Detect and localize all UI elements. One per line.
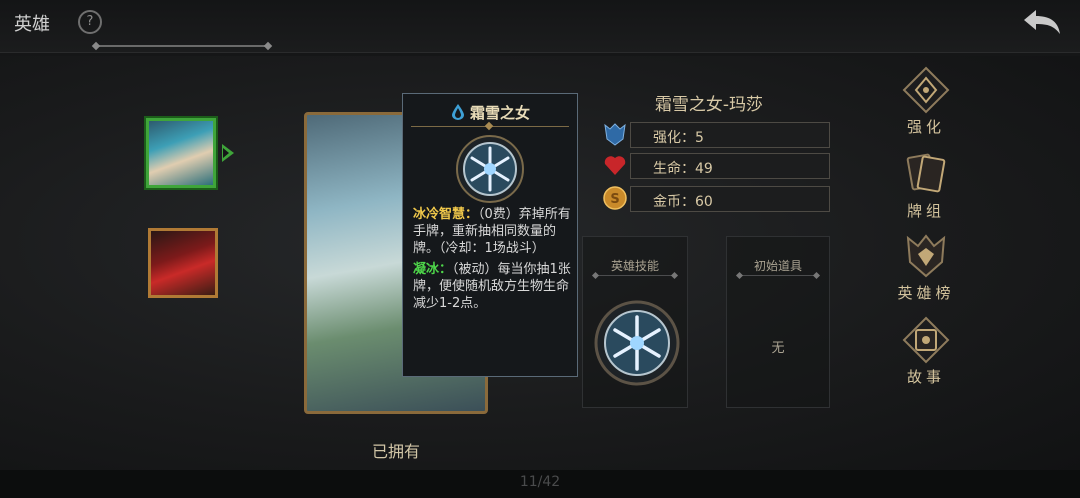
stat-health: 生命：49 — [596, 153, 830, 179]
divider — [739, 275, 817, 276]
enhance-icon — [902, 66, 950, 114]
skill2-name: 凝冰： — [413, 262, 453, 277]
hero-skill-title: 英雄技能 — [610, 259, 659, 273]
skill1-name: 冰冷智慧： — [413, 207, 479, 222]
menu-label: 牌组 — [906, 202, 945, 220]
hero-slot-selected[interactable] — [146, 118, 216, 188]
items-empty-text: 无 — [771, 341, 785, 356]
stat-box: 强化：5 — [630, 122, 830, 148]
ranking-icon — [906, 234, 946, 278]
selected-arrow-icon — [222, 144, 234, 162]
enhance-button[interactable]: 强化 — [896, 66, 956, 137]
menu-label: 强化 — [906, 118, 945, 136]
stat-text: 强化：5 — [653, 130, 704, 146]
menu-label: 英雄榜 — [897, 284, 955, 302]
tab-underline — [96, 45, 268, 47]
back-arrow-icon[interactable] — [1020, 6, 1064, 38]
hero-slot[interactable] — [148, 228, 218, 298]
stat-enhance: 强化：5 — [596, 122, 830, 148]
stat-box: 金币：60 — [630, 186, 830, 212]
water-drop-icon — [451, 104, 464, 120]
hero-portrait-frost — [149, 121, 213, 185]
hero-portrait-red — [151, 231, 215, 295]
help-icon[interactable]: ? — [78, 10, 102, 34]
hero-skill-emblem-icon[interactable] — [593, 299, 681, 387]
ranking-button[interactable]: 英雄榜 — [896, 232, 956, 303]
stat-box: 生命：49 — [630, 153, 830, 179]
divider — [595, 275, 675, 276]
page-title: 英雄 — [14, 14, 50, 35]
coin-icon: S — [603, 186, 627, 210]
page-indicator: 11/42 — [519, 474, 561, 490]
hero-skill-panel: 英雄技能 — [582, 236, 688, 408]
deck-icon — [906, 153, 946, 193]
story-icon — [902, 316, 950, 364]
hero-name: 霜雪之女-玛莎 — [654, 95, 764, 115]
deck-button[interactable]: 牌组 — [896, 150, 956, 221]
heart-icon — [604, 156, 626, 175]
tooltip-title: 霜雪之女 — [469, 104, 530, 122]
tooltip-divider — [411, 126, 569, 127]
menu-label: 故事 — [906, 368, 945, 386]
owned-status: 已拥有 — [371, 442, 420, 461]
stat-text: 金币：60 — [653, 194, 713, 210]
skill-tooltip: 霜雪之女 冰冷智慧：（0费）弃掉所有手牌，重新抽相同数量的牌。（冷却：1场战斗）… — [402, 93, 578, 377]
frost-skill-emblem-icon — [456, 135, 524, 203]
starting-items-title: 初始道具 — [753, 259, 802, 273]
shield-icon — [604, 123, 626, 146]
top-bar: 英雄 ? — [0, 0, 1080, 53]
tooltip-body: 冰冷智慧：（0费）弃掉所有手牌，重新抽相同数量的牌。（冷却：1场战斗） 凝冰：（… — [413, 206, 571, 316]
story-button[interactable]: 故事 — [896, 316, 956, 387]
stat-gold: 金币：60 S — [596, 186, 830, 212]
svg-text:S: S — [610, 192, 619, 207]
starting-items-panel: 初始道具 无 — [726, 236, 830, 408]
tooltip-title-row: 霜雪之女 — [403, 102, 579, 123]
stat-text: 生命：49 — [653, 161, 713, 177]
